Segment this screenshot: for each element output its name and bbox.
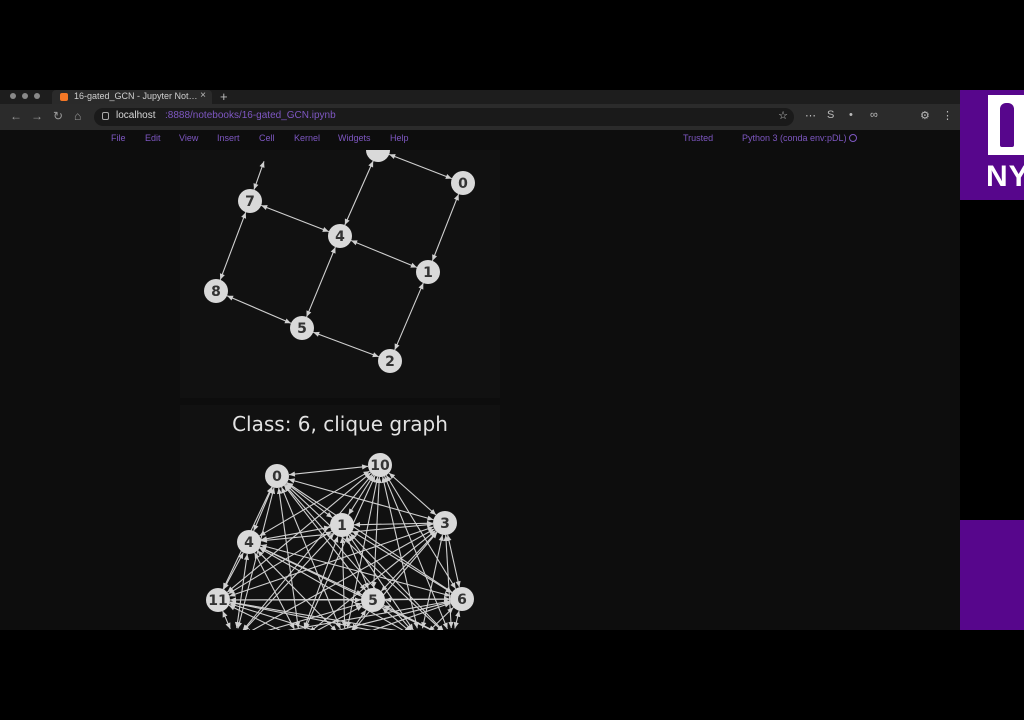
edge-arrowhead — [436, 629, 438, 630]
tab-jupyter[interactable]: 16-gated_GCN - Jupyter Not… × — [52, 90, 212, 104]
edge-arrowhead — [312, 637, 318, 642]
window-minimize-dot[interactable] — [22, 93, 28, 99]
menu-help[interactable]: Help — [390, 133, 409, 143]
extension-s-icon[interactable]: S — [827, 109, 834, 121]
edge-arrowhead — [357, 637, 363, 642]
nyu-header: NYU — [960, 90, 1024, 200]
edge-arrowhead — [402, 634, 408, 639]
edge-arrowhead — [357, 637, 363, 642]
edge-arrowhead — [247, 637, 253, 642]
figure-title: Class: 6, clique graph — [232, 412, 448, 436]
edge-arrowhead — [434, 634, 440, 639]
menu-edit[interactable]: Edit — [145, 133, 161, 143]
jupyter-icon — [60, 93, 68, 101]
forward-button[interactable]: → — [31, 109, 43, 123]
window-zoom-dot[interactable] — [34, 93, 40, 99]
jupyter-menubar: File Edit View Insert Cell Kernel Widget… — [0, 130, 960, 146]
edge-arrowhead — [284, 629, 286, 630]
edge-arrowhead — [327, 632, 334, 637]
edge-arrowhead — [312, 637, 318, 642]
edge-arrowhead — [312, 637, 318, 642]
edge-arrowhead — [327, 637, 333, 642]
tab-bar: 16-gated_GCN - Jupyter Not… × + — [0, 90, 960, 104]
menu-kernel[interactable]: Kernel — [294, 133, 320, 143]
edge-arrowhead — [432, 637, 438, 642]
kernel-status-icon — [849, 134, 857, 142]
menu-cell[interactable]: Cell — [259, 133, 275, 143]
edge-arrowhead — [434, 637, 440, 642]
presenter-video — [960, 200, 1024, 520]
menu-insert[interactable]: Insert — [217, 133, 240, 143]
cell-output-clique-graph: Class: 6, clique graph — [180, 405, 500, 630]
url-host: localhost — [116, 110, 156, 121]
menu-file[interactable]: File — [111, 133, 126, 143]
edge-arrowhead — [436, 629, 438, 630]
edge-arrowhead — [402, 637, 408, 642]
edge-arrowhead — [247, 632, 253, 637]
nyu-footer — [960, 520, 1024, 630]
kernel-name[interactable]: Python 3 (conda env:pDL) — [742, 133, 847, 143]
edge-arrowhead — [282, 637, 288, 642]
reload-button[interactable]: ↻ — [53, 109, 63, 123]
edge-arrowhead — [356, 632, 363, 637]
back-button[interactable]: ← — [10, 109, 22, 123]
edge-arrowhead — [434, 637, 440, 642]
menu-view[interactable]: View — [179, 133, 198, 143]
browser-menu-icon[interactable]: ⋮ — [942, 109, 953, 122]
edge-arrowhead — [247, 634, 253, 639]
address-bar-row: ← → ↻ ⌂ localhost :8888/notebooks/16-gat… — [0, 104, 960, 130]
nyu-branding-panel: NYU — [960, 90, 1024, 630]
nyu-logo-text: NYU — [986, 160, 1024, 193]
extension-infinity-icon[interactable]: ∞ — [870, 109, 878, 121]
close-tab-icon[interactable]: × — [200, 90, 206, 101]
extension-menu-icon[interactable]: ⋯ — [805, 109, 816, 122]
trusted-indicator[interactable]: Trusted — [683, 133, 713, 143]
cell-output-grid-graph — [180, 150, 500, 398]
edge-arrowhead — [402, 637, 408, 642]
nyu-torch-logo — [988, 95, 1024, 155]
edge-arrowhead — [434, 637, 440, 642]
tab-title: 16-gated_GCN - Jupyter Not… — [74, 91, 198, 101]
url-path: :8888/notebooks/16-gated_GCN.ipynb — [165, 110, 336, 121]
edge-arrowhead — [327, 637, 333, 642]
bookmark-star-icon[interactable]: ☆ — [778, 109, 788, 122]
extension-gear-icon[interactable]: ⚙ — [920, 109, 930, 122]
window-close-dot[interactable] — [10, 93, 16, 99]
new-tab-button[interactable]: + — [220, 90, 228, 104]
url-input[interactable]: localhost :8888/notebooks/16-gated_GCN.i… — [94, 108, 794, 126]
edge-arrowhead — [434, 637, 440, 642]
edge-arrowhead — [247, 637, 253, 642]
extension-pin-icon[interactable]: • — [849, 109, 853, 121]
torch-icon — [1000, 103, 1014, 147]
home-button[interactable]: ⌂ — [74, 109, 81, 123]
menu-widgets[interactable]: Widgets — [338, 133, 371, 143]
edge-arrowhead — [247, 637, 253, 642]
edge-arrowhead — [402, 637, 408, 642]
lock-icon — [102, 112, 109, 120]
edge-arrowhead — [247, 637, 253, 642]
edge-arrowhead — [312, 633, 318, 638]
